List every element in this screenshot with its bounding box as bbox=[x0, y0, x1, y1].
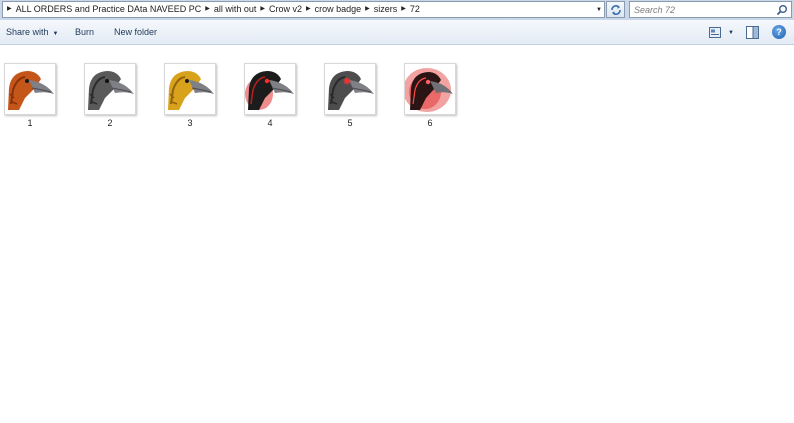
address-bar-row: ▶ ALL ORDERS and Practice DAta NAVEED PC… bbox=[0, 0, 794, 20]
file-thumbnail[interactable] bbox=[244, 63, 296, 115]
crow-badge-thumbnail-gold bbox=[168, 71, 214, 110]
refresh-icon bbox=[610, 4, 621, 15]
file-list-area[interactable]: 1 2 3 4 5 6 bbox=[0, 45, 794, 423]
file-name[interactable]: 3 bbox=[160, 118, 220, 128]
file-item[interactable]: 3 bbox=[160, 62, 220, 132]
file-name[interactable]: 4 bbox=[240, 118, 300, 128]
new-folder-label: New folder bbox=[114, 27, 158, 37]
address-history-chevron-down-icon[interactable]: ▼ bbox=[593, 2, 605, 17]
breadcrumb-arrow-icon[interactable]: ▶ bbox=[7, 2, 12, 17]
file-item[interactable]: 5 bbox=[320, 62, 380, 132]
crow-badge-thumbnail-gray bbox=[88, 71, 134, 110]
breadcrumb-arrow-icon[interactable]: ▶ bbox=[365, 2, 370, 17]
breadcrumb-item[interactable]: Crow v2 bbox=[269, 2, 302, 17]
crow-badge-thumbnail-gray-red bbox=[328, 71, 374, 110]
file-name[interactable]: 5 bbox=[320, 118, 380, 128]
address-bar[interactable]: ▶ ALL ORDERS and Practice DAta NAVEED PC… bbox=[2, 1, 605, 18]
crow-badge-thumbnail-orange bbox=[8, 71, 54, 110]
preview-pane-button[interactable] bbox=[746, 26, 759, 39]
help-icon[interactable]: ? bbox=[772, 25, 786, 39]
share-with-label: Share with bbox=[6, 27, 49, 37]
breadcrumb-item[interactable]: 72 bbox=[410, 2, 420, 17]
breadcrumb-arrow-icon[interactable]: ▶ bbox=[260, 2, 265, 17]
share-with-button[interactable]: Share with ▼ bbox=[6, 27, 58, 37]
chevron-down-icon: ▼ bbox=[728, 29, 734, 36]
file-name[interactable]: 1 bbox=[0, 118, 60, 128]
breadcrumb-arrow-icon[interactable]: ▶ bbox=[205, 2, 210, 17]
breadcrumb-arrow-icon[interactable]: ▶ bbox=[306, 2, 311, 17]
file-thumbnail[interactable] bbox=[4, 63, 56, 115]
file-item[interactable]: 2 bbox=[80, 62, 140, 132]
file-thumbnail[interactable] bbox=[164, 63, 216, 115]
file-thumbnail[interactable] bbox=[324, 63, 376, 115]
breadcrumb-item[interactable]: sizers bbox=[374, 2, 398, 17]
crow-badge-thumbnail-black-red bbox=[245, 71, 294, 110]
crow-badge-thumbnail-red-glow bbox=[405, 68, 453, 112]
breadcrumb-item[interactable]: crow badge bbox=[315, 2, 362, 17]
breadcrumb-item[interactable]: ALL ORDERS and Practice DAta NAVEED PC bbox=[16, 2, 202, 17]
breadcrumb-item[interactable]: all with out bbox=[214, 2, 257, 17]
breadcrumb-arrow-icon[interactable]: ▶ bbox=[401, 2, 406, 17]
search-box[interactable] bbox=[629, 1, 792, 18]
refresh-button[interactable] bbox=[606, 1, 625, 18]
file-thumbnail[interactable] bbox=[404, 63, 456, 115]
file-name[interactable]: 6 bbox=[400, 118, 460, 128]
file-thumbnail[interactable] bbox=[84, 63, 136, 115]
preview-pane-icon bbox=[746, 26, 759, 39]
file-item[interactable]: 4 bbox=[240, 62, 300, 132]
chevron-down-icon: ▼ bbox=[52, 31, 59, 37]
burn-label: Burn bbox=[75, 27, 95, 37]
new-folder-button[interactable]: New folder bbox=[114, 27, 157, 37]
search-icon[interactable] bbox=[776, 4, 788, 16]
search-input[interactable] bbox=[634, 2, 774, 17]
change-view-button[interactable]: ▼ bbox=[709, 26, 737, 39]
view-options-icon bbox=[709, 27, 721, 38]
file-item[interactable]: 6 bbox=[400, 62, 460, 132]
burn-button[interactable]: Burn bbox=[75, 27, 94, 37]
file-item[interactable]: 1 bbox=[0, 62, 60, 132]
command-bar: Share with ▼ Burn New folder ▼ ? bbox=[0, 20, 794, 45]
file-name[interactable]: 2 bbox=[80, 118, 140, 128]
